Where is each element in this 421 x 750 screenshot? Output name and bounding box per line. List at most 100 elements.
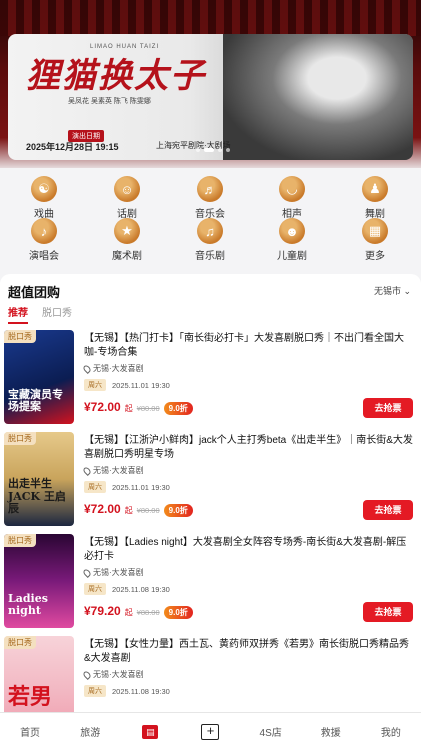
price: ¥79.20 — [84, 604, 121, 618]
show-title[interactable]: 【无锡】【热门打卡】「南长街必打卡」大发喜剧脱口秀｜不出门看全国大咖-专场合集 — [84, 332, 414, 360]
show-venue: 无锡·大发喜剧 — [82, 567, 414, 578]
show-title[interactable]: 【无锡】【Ladies night】大发喜剧全女阵容专场秀-南长街&大发喜剧-解… — [84, 536, 414, 564]
bottom-nav: 首页 旅游 ▤ + 4S店 救援 我的 — [0, 712, 421, 750]
nav-rescue[interactable]: 救援 — [301, 713, 361, 750]
category-dance[interactable]: ♟ 舞剧 — [345, 176, 405, 220]
location-pin-icon — [82, 465, 92, 476]
price-row: ¥72.00 起 ¥80.00 9.0折 — [84, 400, 193, 415]
banner-title: 狸猫换太子 — [26, 56, 206, 96]
city-selector[interactable]: 无锡市 ⌄ — [374, 284, 411, 297]
show-venue: 无锡·大发喜剧 — [82, 363, 414, 374]
section-tabs: 推荐 脱口秀 — [8, 304, 72, 324]
nav-4s-store[interactable]: 4S店 — [241, 713, 301, 750]
category-tag: 脱口秀 — [4, 636, 36, 649]
category-tag: 脱口秀 — [4, 330, 36, 343]
banner-dot — [226, 148, 230, 152]
category-crosstalk[interactable]: ◡ 相声 — [262, 176, 322, 220]
tab-recommend[interactable]: 推荐 — [8, 304, 28, 324]
stage-curtain — [0, 0, 421, 36]
banner-area: LIMAO HUAN TAIZI 狸猫换太子 吴凤花 吴素英 陈飞 陈雯娜 演出… — [0, 0, 421, 172]
nav-add[interactable]: + — [180, 713, 240, 750]
nav-travel[interactable]: 旅游 — [60, 713, 120, 750]
poster-text: Ladies night — [8, 591, 48, 618]
price: ¥72.00 — [84, 502, 121, 516]
show-venue: 无锡·大发喜剧 — [82, 465, 414, 476]
price: ¥72.00 — [84, 400, 121, 414]
show-poster[interactable]: 脱口秀 Ladies night — [4, 534, 74, 628]
show-date: 2025.11.08 19:30 — [112, 584, 170, 594]
show-date: 2025.11.08 19:30 — [112, 686, 170, 696]
poster-text: 若男 — [8, 683, 53, 710]
banner-pagination — [196, 148, 230, 152]
banner-dot — [218, 148, 222, 152]
banner-dot-active — [204, 148, 214, 152]
price-from-label: 起 — [124, 404, 133, 413]
microphone-icon: ♬ — [197, 176, 223, 202]
weekday-badge: 周六 — [84, 685, 106, 697]
category-more[interactable]: ▦ 更多 — [345, 218, 405, 262]
buy-ticket-button[interactable]: 去抢票 — [363, 602, 413, 622]
grid-icon: ▦ — [362, 218, 388, 244]
toy-icon: ☻ — [279, 218, 305, 244]
location-pin-icon — [82, 567, 92, 578]
show-title[interactable]: 【无锡】【女性力量】西土瓦、黄药师双拼秀《若男》南长街脱口秀精品秀&大发喜剧 — [84, 638, 414, 666]
price-from-label: 起 — [124, 608, 133, 617]
tab-standup[interactable]: 脱口秀 — [42, 304, 72, 324]
category-concert[interactable]: ♬ 音乐会 — [180, 176, 240, 220]
ticket-icon: ▤ — [142, 724, 159, 739]
weekday-badge: 周六 — [84, 379, 106, 391]
category-drama[interactable]: ☺ 话剧 — [97, 176, 157, 220]
original-price: ¥80.00 — [136, 506, 160, 515]
plus-icon: + — [201, 723, 220, 740]
show-list-item[interactable]: 脱口秀 Ladies night 【无锡】【Ladies night】大发喜剧全… — [4, 534, 417, 632]
category-tag: 脱口秀 — [4, 534, 36, 547]
discount-badge: 9.0折 — [163, 606, 193, 619]
original-price: ¥88.00 — [136, 608, 160, 617]
banner-date: 2025年12月28日 19:15 — [26, 142, 119, 152]
nav-mine[interactable]: 我的 — [361, 713, 421, 750]
guitar-icon: ♪ — [31, 218, 57, 244]
show-poster[interactable]: 脱口秀 出走半生 JACK 王启辰 — [4, 432, 74, 526]
buy-ticket-button[interactable]: 去抢票 — [363, 500, 413, 520]
weekday-badge: 周六 — [84, 481, 106, 493]
category-tag: 脱口秀 — [4, 432, 36, 445]
category-grid: ☯ 戏曲 ☺ 话剧 ♬ 音乐会 ◡ 相声 ♟ 舞剧 ♪ 演唱会 ★ 魔术剧 ♫ … — [0, 168, 421, 268]
category-magic[interactable]: ★ 魔术剧 — [97, 218, 157, 262]
price-row: ¥72.00 起 ¥80.00 9.0折 — [84, 502, 193, 517]
show-date: 2025.11.01 19:30 — [112, 380, 170, 390]
show-list-item[interactable]: 脱口秀 宝藏演员专场提案 【无锡】【热门打卡】「南长街必打卡」大发喜剧脱口秀｜不… — [4, 330, 417, 428]
show-list-item[interactable]: 脱口秀 出走半生 JACK 王启辰 【无锡】【江浙沪小鲜肉】jack个人主打秀b… — [4, 432, 417, 530]
nav-ticket[interactable]: ▤ — [120, 713, 180, 750]
dancer-icon: ♟ — [362, 176, 388, 202]
music-note-icon: ♫ — [197, 218, 223, 244]
weekday-badge: 周六 — [84, 583, 106, 595]
section-title: 超值团购 — [8, 285, 61, 300]
location-pin-icon — [82, 363, 92, 374]
nav-home[interactable]: 首页 — [0, 713, 60, 750]
show-date: 2025.11.01 19:30 — [112, 482, 170, 492]
poster-text: 出走半生 JACK 王启辰 — [8, 477, 66, 516]
category-musical[interactable]: ♫ 音乐剧 — [180, 218, 240, 262]
price-row: ¥79.20 起 ¥88.00 9.0折 — [84, 604, 193, 619]
category-opera[interactable]: ☯ 戏曲 — [14, 176, 74, 220]
category-live-concert[interactable]: ♪ 演唱会 — [14, 218, 74, 262]
location-pin-icon — [82, 669, 92, 680]
show-venue: 无锡·大发喜剧 — [82, 669, 414, 680]
discount-badge: 9.0折 — [163, 504, 193, 517]
poster-text: 宝藏演员专场提案 — [8, 387, 63, 414]
promo-banner[interactable]: LIMAO HUAN TAIZI 狸猫换太子 吴凤花 吴素英 陈飞 陈雯娜 演出… — [8, 34, 413, 160]
banner-dot — [196, 148, 200, 152]
show-poster[interactable]: 脱口秀 宝藏演员专场提案 — [4, 330, 74, 424]
buy-ticket-button[interactable]: 去抢票 — [363, 398, 413, 418]
opera-mask-icon: ☯ — [31, 176, 57, 202]
original-price: ¥80.00 — [136, 404, 160, 413]
show-title[interactable]: 【无锡】【江浙沪小鲜肉】jack个人主打秀beta《出走半生》｜南长街&大发喜剧… — [84, 434, 414, 462]
price-from-label: 起 — [124, 506, 133, 515]
group-buy-panel: 超值团购 无锡市 ⌄ 推荐 脱口秀 脱口秀 宝藏演员专场提案 【无锡】【热门打卡… — [0, 274, 421, 730]
banner-cast: 吴凤花 吴素英 陈飞 陈雯娜 — [68, 98, 151, 105]
category-children[interactable]: ☻ 儿童剧 — [262, 218, 322, 262]
lips-icon: ◡ — [279, 176, 305, 202]
drama-mask-icon: ☺ — [114, 176, 140, 202]
banner-performer-image-main — [223, 34, 413, 160]
star-icon: ★ — [114, 218, 140, 244]
